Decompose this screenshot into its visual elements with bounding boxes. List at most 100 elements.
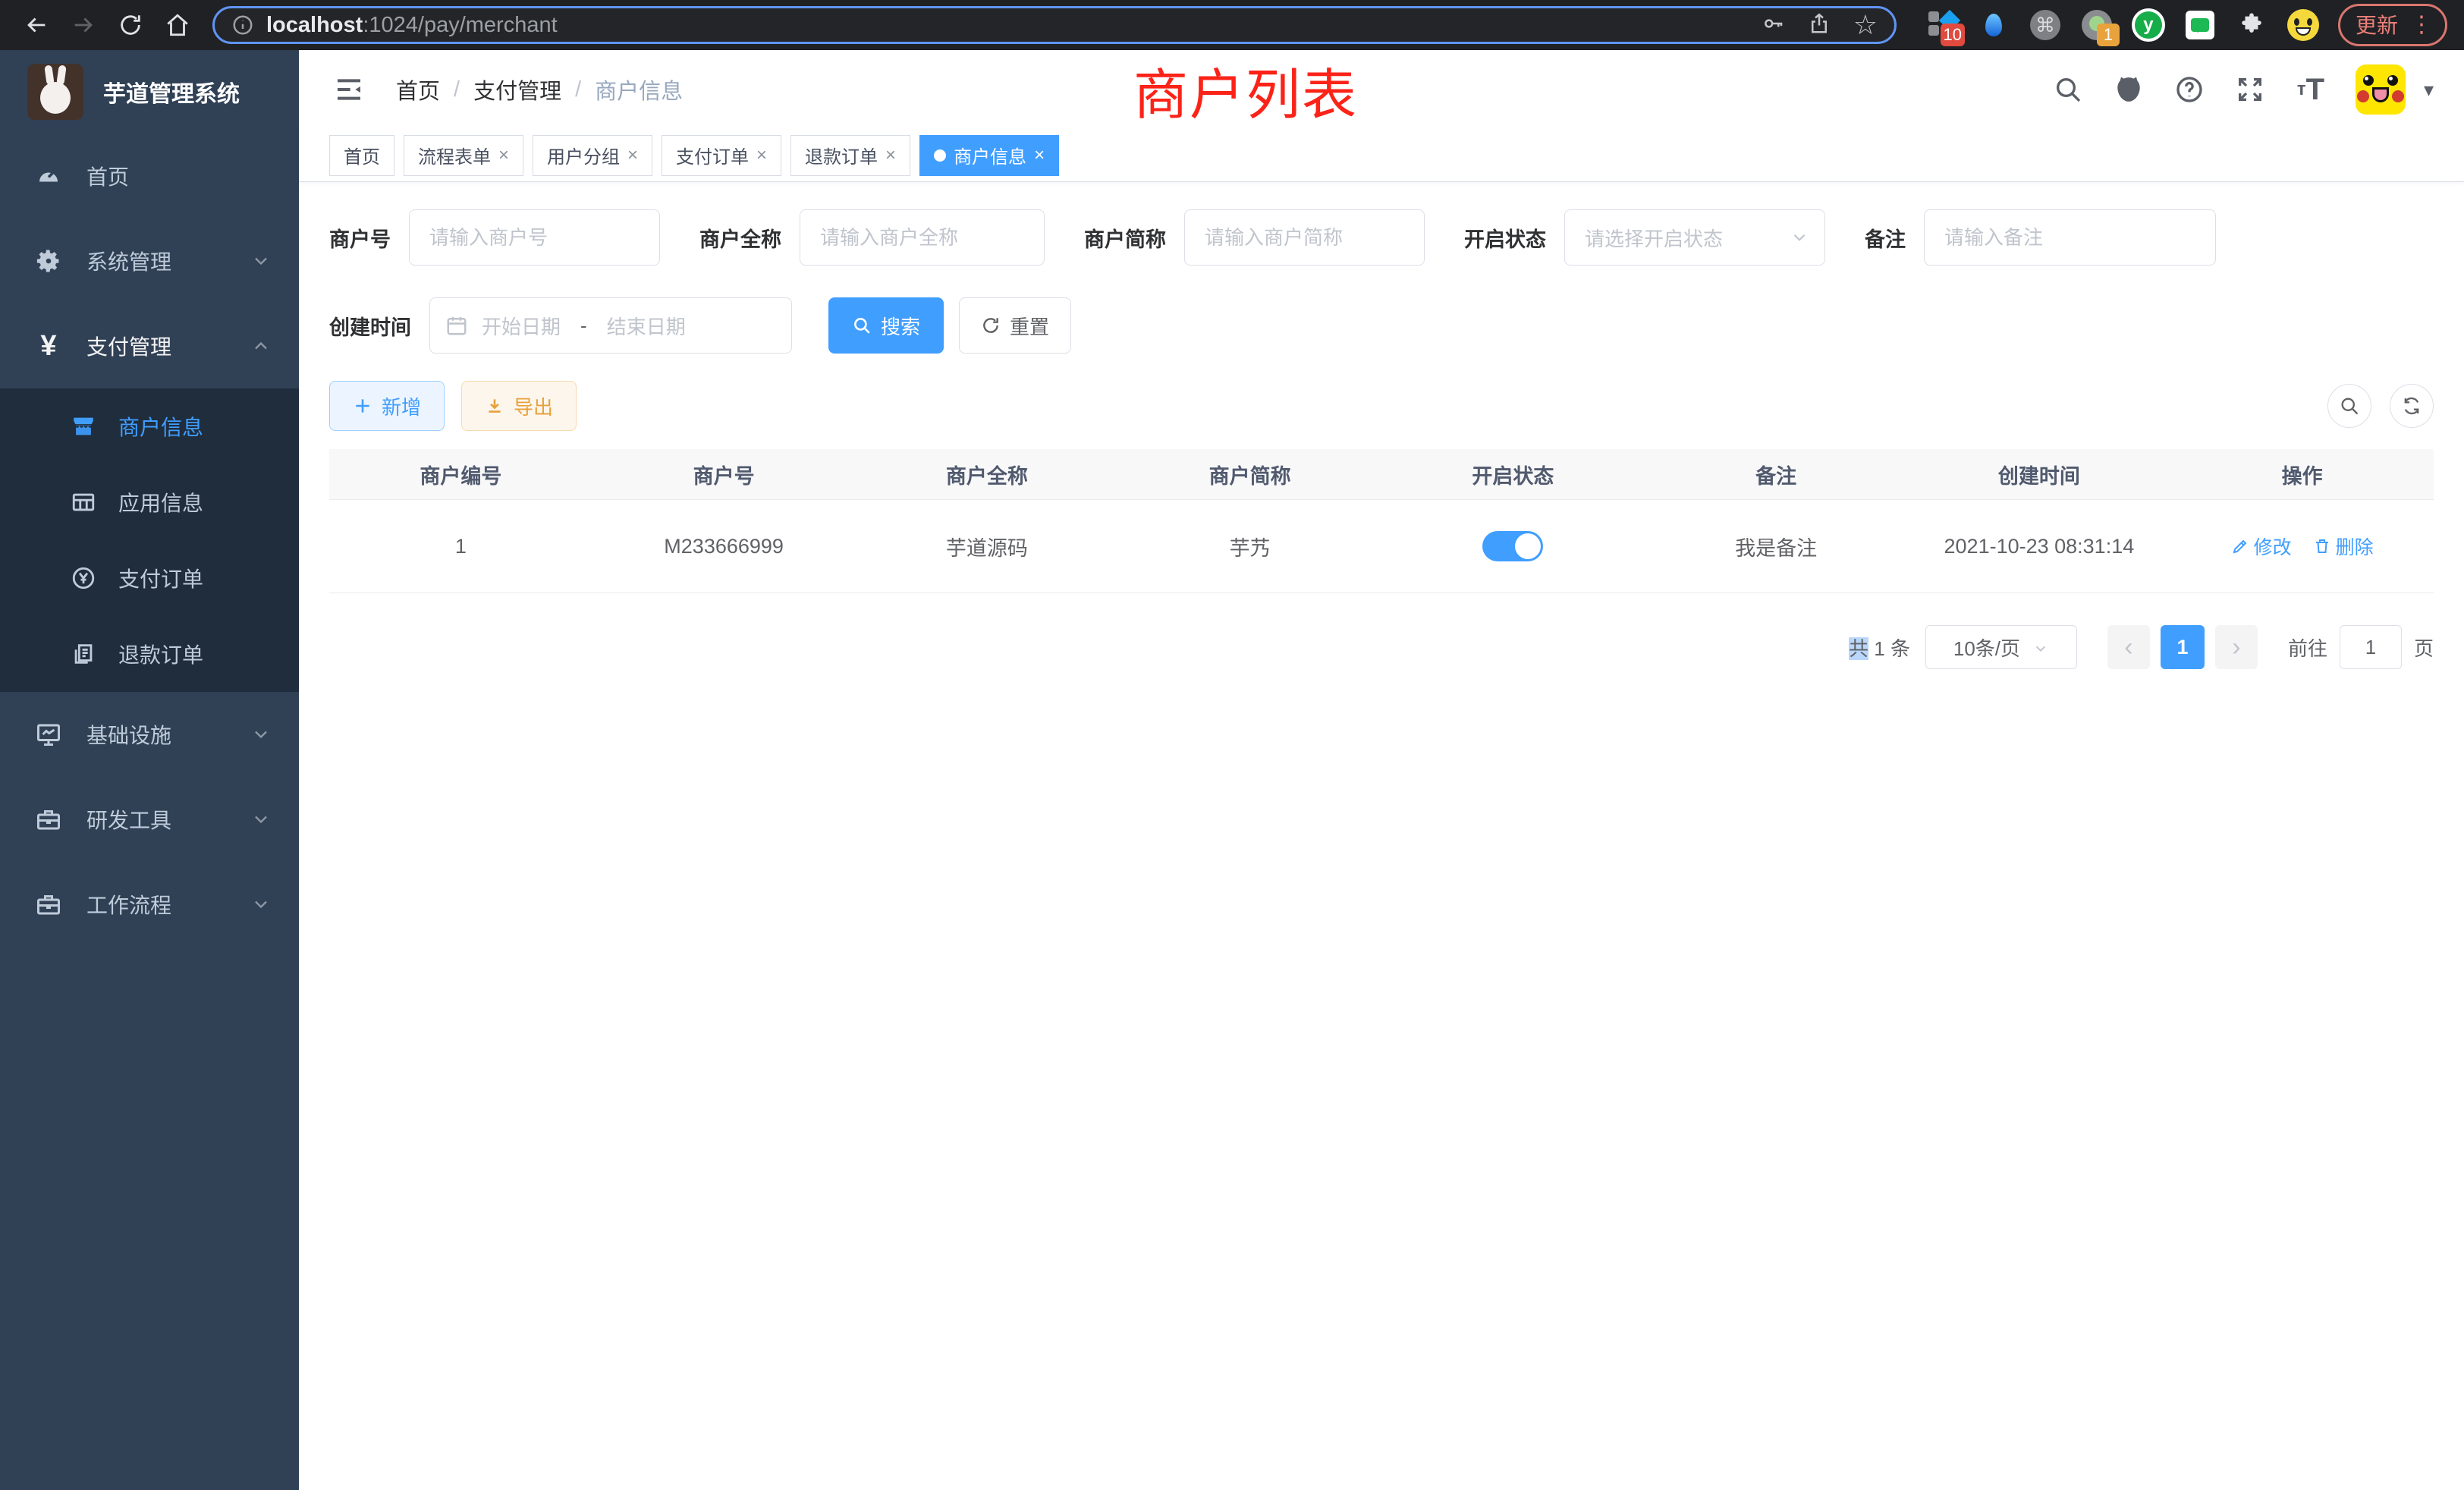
short-name-label: 商户简称 bbox=[1084, 223, 1166, 253]
merchant-no-input[interactable] bbox=[409, 209, 660, 266]
close-icon[interactable]: × bbox=[756, 145, 767, 166]
update-label: 更新 bbox=[2356, 9, 2398, 39]
reset-button[interactable]: 重置 bbox=[959, 297, 1071, 354]
browser-avatar-icon[interactable] bbox=[2286, 8, 2320, 42]
reload-icon[interactable] bbox=[111, 5, 150, 45]
col-header: 操作 bbox=[2170, 460, 2434, 489]
sidebar-item-workflow[interactable]: 工作流程 bbox=[0, 862, 299, 947]
chevron-down-icon bbox=[1790, 228, 1809, 247]
remark-label: 备注 bbox=[1865, 223, 1906, 253]
next-page-button[interactable]: › bbox=[2215, 625, 2258, 669]
tab-pay-order[interactable]: 支付订单× bbox=[662, 135, 781, 176]
close-icon[interactable]: × bbox=[627, 145, 638, 166]
user-avatar[interactable] bbox=[2356, 64, 2406, 115]
create-time-label: 创建时间 bbox=[329, 311, 411, 341]
back-icon[interactable] bbox=[17, 5, 56, 45]
chevron-down-icon bbox=[250, 250, 272, 272]
sidebar-item-pay-order[interactable]: 支付订单 bbox=[0, 540, 299, 616]
annotation-title: 商户列表 bbox=[1133, 50, 1358, 130]
download-icon bbox=[485, 396, 504, 416]
full-name-input[interactable] bbox=[800, 209, 1045, 266]
extension-command-icon[interactable]: ⌘ bbox=[2029, 8, 2062, 42]
sidebar-item-infra[interactable]: 基础设施 bbox=[0, 692, 299, 777]
refresh-icon bbox=[981, 316, 1001, 335]
kebab-menu-icon[interactable]: ⋮ bbox=[2410, 11, 2433, 38]
merchant-no-label: 商户号 bbox=[329, 223, 391, 253]
prev-page-button[interactable]: ‹ bbox=[2107, 625, 2150, 669]
bookmark-star-icon[interactable]: ☆ bbox=[1853, 11, 1878, 39]
export-button[interactable]: 导出 bbox=[461, 381, 577, 431]
page: localhost:1024/pay/merchant ☆ 10 ⌘ 1 bbox=[0, 0, 2464, 1490]
share-icon[interactable] bbox=[1808, 12, 1831, 39]
navbar-actions: тT ▾ bbox=[2052, 64, 2434, 115]
total-count: 共 1 条 bbox=[1849, 633, 1910, 662]
update-button[interactable]: 更新 ⋮ bbox=[2338, 4, 2447, 46]
delete-link[interactable]: 删除 bbox=[2313, 533, 2374, 560]
extension-badge: 1 bbox=[2097, 24, 2120, 46]
page-content: 商户号 商户全称 商户简称 开启状态 请选择开启状态 bbox=[299, 182, 2464, 669]
tab-refund-order[interactable]: 退款订单× bbox=[790, 135, 910, 176]
help-icon[interactable] bbox=[2173, 74, 2205, 105]
extension-pin-icon[interactable] bbox=[1977, 8, 2010, 42]
extensions-puzzle-icon[interactable] bbox=[2235, 8, 2268, 42]
main-area: 首页 / 支付管理 / 商户信息 тT bbox=[299, 50, 2464, 1490]
remark-input[interactable] bbox=[1924, 209, 2216, 266]
refund-doc-icon bbox=[67, 637, 100, 671]
page-size-select[interactable]: 10条/页 bbox=[1925, 625, 2077, 669]
breadcrumb-current: 商户信息 bbox=[595, 74, 683, 105]
create-time-range-input[interactable]: 开始日期 - 结束日期 bbox=[429, 297, 792, 354]
github-icon[interactable] bbox=[2113, 74, 2145, 105]
search-button[interactable]: 搜索 bbox=[828, 297, 944, 354]
table-toolbar: 新增 导出 bbox=[329, 381, 2434, 431]
sidebar-item-pay[interactable]: ¥ 支付管理 bbox=[0, 303, 299, 388]
breadcrumb-home[interactable]: 首页 bbox=[396, 74, 440, 105]
sidebar-item-dev-tools[interactable]: 研发工具 bbox=[0, 777, 299, 862]
col-header: 商户号 bbox=[592, 460, 856, 489]
info-icon[interactable] bbox=[231, 14, 254, 36]
address-bar[interactable]: localhost:1024/pay/merchant ☆ bbox=[212, 6, 1897, 44]
sidebar-item-merchant-info[interactable]: 商户信息 bbox=[0, 388, 299, 464]
close-icon[interactable]: × bbox=[885, 145, 896, 166]
current-page-button[interactable]: 1 bbox=[2161, 625, 2205, 669]
short-name-input[interactable] bbox=[1184, 209, 1425, 266]
extension-chat-icon[interactable] bbox=[2183, 8, 2217, 42]
goto-page-input[interactable] bbox=[2340, 625, 2402, 669]
browser-toolbar: localhost:1024/pay/merchant ☆ 10 ⌘ 1 bbox=[0, 0, 2464, 50]
refresh-table-button[interactable] bbox=[2390, 384, 2434, 428]
refresh-icon bbox=[2401, 395, 2422, 417]
edit-link[interactable]: 修改 bbox=[2231, 533, 2292, 560]
sidebar-item-home[interactable]: 首页 bbox=[0, 134, 299, 218]
close-icon[interactable]: × bbox=[498, 145, 509, 166]
url-text: localhost:1024/pay/merchant bbox=[266, 13, 558, 38]
extension-apps-icon[interactable]: 10 bbox=[1925, 8, 1959, 42]
sidebar-item-system[interactable]: 系统管理 bbox=[0, 218, 299, 303]
toggle-search-button[interactable] bbox=[2327, 384, 2371, 428]
cell-full-name: 芋道源码 bbox=[856, 532, 1119, 561]
tab-merchant-info[interactable]: 商户信息× bbox=[919, 135, 1059, 176]
search-icon[interactable] bbox=[2052, 74, 2084, 105]
home-icon[interactable] bbox=[158, 5, 197, 45]
status-toggle[interactable] bbox=[1482, 531, 1543, 561]
extension-y-icon[interactable]: y bbox=[2132, 8, 2165, 42]
close-icon[interactable]: × bbox=[1034, 145, 1045, 166]
fullscreen-icon[interactable] bbox=[2234, 74, 2266, 105]
tab-process-form[interactable]: 流程表单× bbox=[404, 135, 523, 176]
status-select[interactable]: 请选择开启状态 bbox=[1564, 209, 1825, 266]
caret-down-icon[interactable]: ▾ bbox=[2424, 78, 2434, 102]
add-button[interactable]: 新增 bbox=[329, 381, 445, 431]
font-size-icon[interactable]: тT bbox=[2295, 74, 2327, 105]
hamburger-icon[interactable] bbox=[334, 74, 367, 105]
active-dot bbox=[934, 149, 946, 162]
sidebar-item-refund-order[interactable]: 退款订单 bbox=[0, 616, 299, 692]
extension-profile-icon[interactable]: 1 bbox=[2080, 8, 2114, 42]
breadcrumb-pay[interactable]: 支付管理 bbox=[473, 74, 561, 105]
forward-icon[interactable] bbox=[64, 5, 103, 45]
key-icon[interactable] bbox=[1762, 12, 1785, 39]
sidebar-item-app-info[interactable]: 应用信息 bbox=[0, 464, 299, 540]
sidebar-logo-row[interactable]: 芋道管理系统 bbox=[0, 50, 299, 134]
tab-user-group[interactable]: 用户分组× bbox=[533, 135, 652, 176]
cell-remark: 我是备注 bbox=[1645, 532, 1908, 561]
extension-badge: 10 bbox=[1941, 24, 1965, 46]
goto-suffix: 页 bbox=[2414, 633, 2434, 662]
tab-home[interactable]: 首页 bbox=[329, 135, 394, 176]
